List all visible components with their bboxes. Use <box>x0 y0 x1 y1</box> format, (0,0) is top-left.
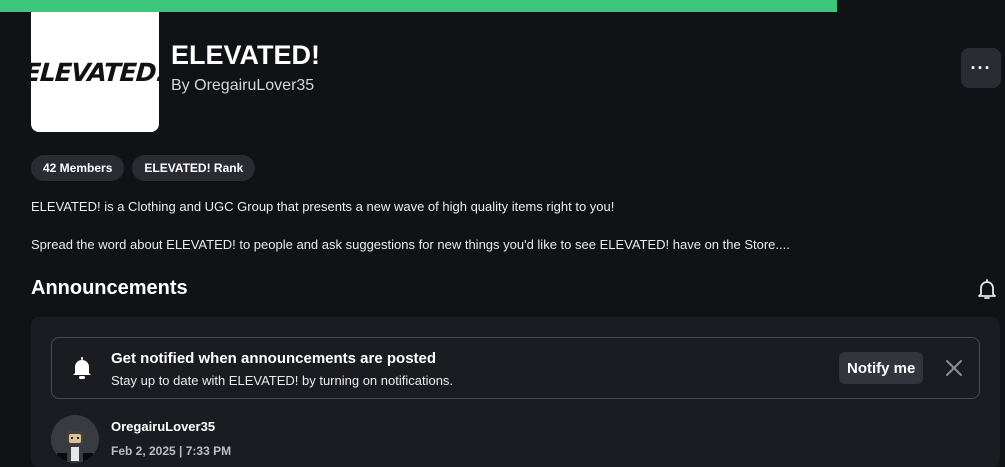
group-owner[interactable]: By OregairuLover35 <box>171 77 314 95</box>
post-author[interactable]: OregairuLover35 <box>111 419 215 434</box>
announcements-panel: Get notified when announcements are post… <box>31 317 1000 467</box>
logo-wordmark: ELEVATED! <box>23 57 168 87</box>
notify-card: Get notified when announcements are post… <box>51 337 980 399</box>
more-options-button[interactable]: ··· <box>961 48 1001 88</box>
notify-me-button[interactable]: Notify me <box>839 352 924 384</box>
group-title: ELEVATED! <box>171 40 321 70</box>
rank-chip[interactable]: ELEVATED! Rank <box>132 155 256 181</box>
group-description-line-1: ELEVATED! is a Clothing and UGC Group th… <box>31 199 615 214</box>
bell-icon[interactable] <box>975 277 999 301</box>
more-icon: ··· <box>970 57 992 78</box>
close-icon[interactable] <box>944 358 964 378</box>
group-description-line-2: Spread the word about ELEVATED! to peopl… <box>31 237 790 252</box>
bell-icon <box>73 357 91 379</box>
notify-card-subtitle: Stay up to date with ELEVATED! by turnin… <box>111 373 454 388</box>
top-accent-bar <box>0 0 837 12</box>
announcements-title: Announcements <box>31 277 188 299</box>
group-chips: 42 Members ELEVATED! Rank <box>31 155 256 181</box>
notify-card-title: Get notified when announcements are post… <box>111 350 437 367</box>
members-chip[interactable]: 42 Members <box>31 155 125 181</box>
group-logo[interactable]: ELEVATED! <box>23 12 167 132</box>
